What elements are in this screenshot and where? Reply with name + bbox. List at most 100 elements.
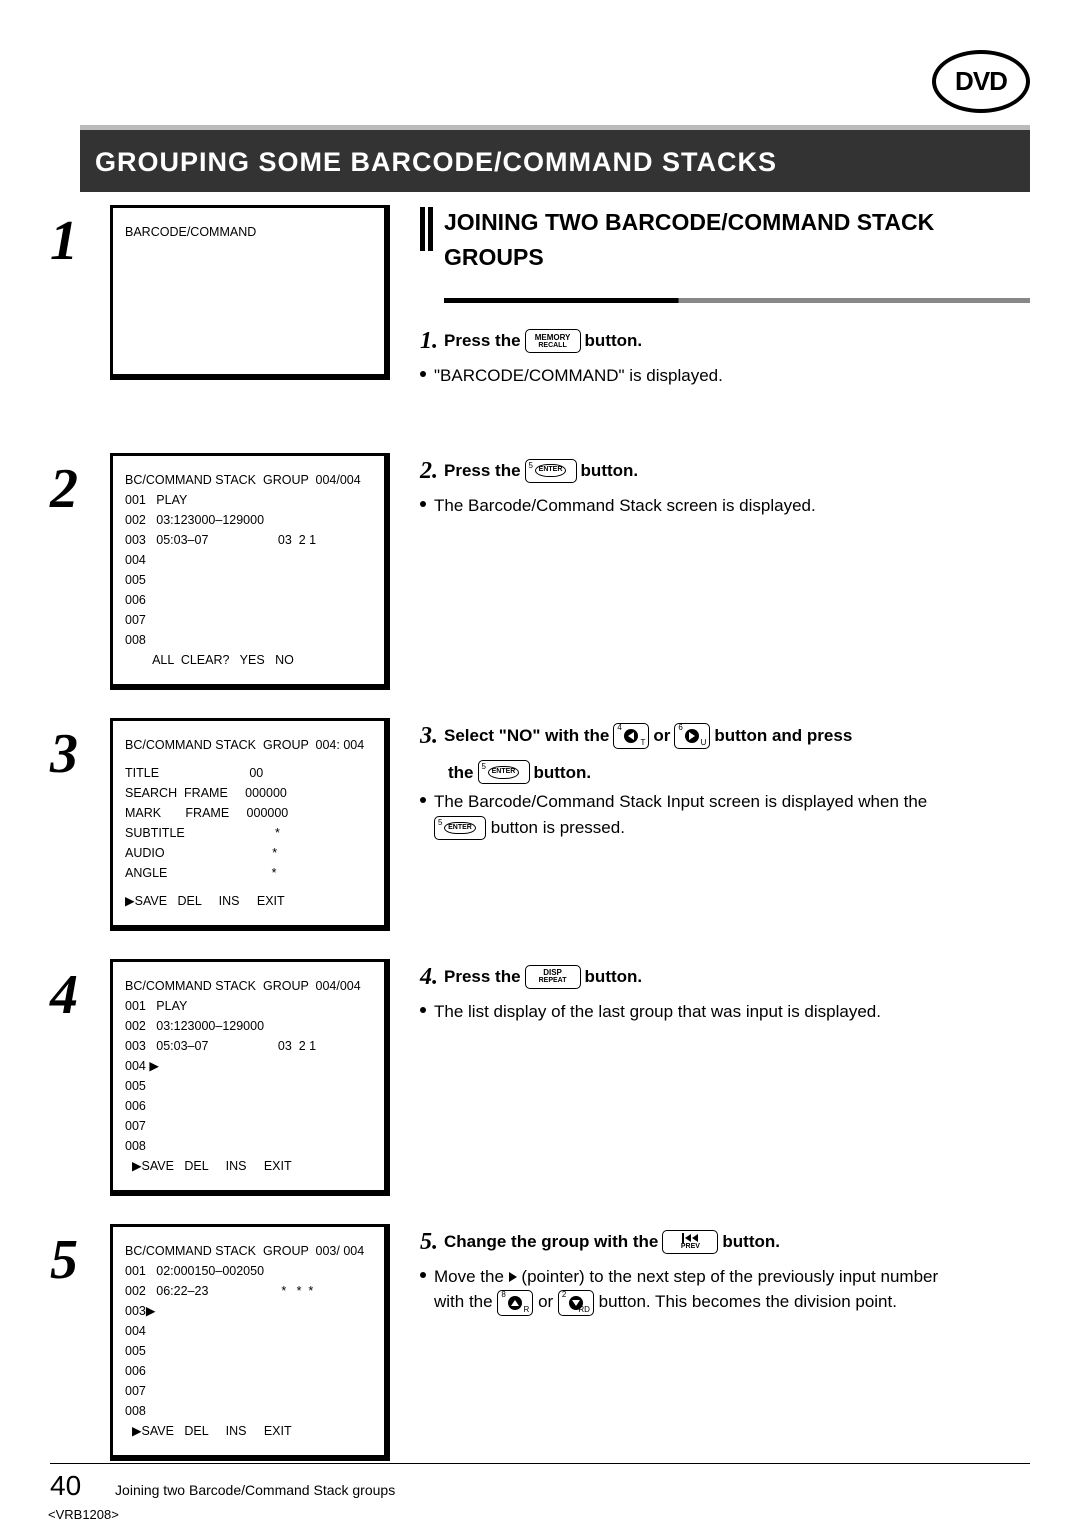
right-arrow-button-icon: 6 U (674, 723, 710, 749)
i3-select: Select "NO" with the (444, 723, 609, 749)
s2l3: 002 03:123000–129000 (125, 510, 372, 530)
s3l4: MARK FRAME 000000 (125, 803, 372, 823)
i4-bullet: The list display of the last group that … (434, 999, 1030, 1025)
screen-1: BARCODE/COMMAND (110, 205, 390, 380)
s2l8: 007 (125, 610, 372, 630)
s5l5: 004 (125, 1321, 372, 1341)
screen-2: BC/COMMAND STACK GROUP 004/004 001 PLAY … (110, 453, 390, 690)
i3-and: button and press (714, 723, 852, 749)
row-4: 4 BC/COMMAND STACK GROUP 004/004 001 PLA… (50, 959, 1030, 1196)
enter-button-icon: 5 ENTER (434, 816, 486, 840)
s2l2: 001 PLAY (125, 490, 372, 510)
row-1: 1 BARCODE/COMMAND JOINING TWO BARCODE/CO… (50, 205, 1030, 425)
i1-bullet: "BARCODE/COMMAND" is displayed. (434, 363, 1030, 389)
subheading: JOINING TWO BARCODE/COMMAND STACK GROUPS (420, 205, 1030, 274)
step-number-1: 1 (50, 205, 110, 269)
instruction-5: 5. Change the group with the PREV button… (420, 1224, 1030, 1316)
s2l4: 003 05:03–07 03 2 1 (125, 530, 372, 550)
s4l10: ▶SAVE DEL INS EXIT (125, 1156, 372, 1176)
up-arrow-button-icon: 8 R (497, 1290, 533, 1316)
pointer-icon (509, 1272, 517, 1282)
s2l6: 005 (125, 570, 372, 590)
i3-bullet-a: The Barcode/Command Stack Input screen i… (434, 792, 927, 811)
screen-4: BC/COMMAND STACK GROUP 004/004 001 PLAY … (110, 959, 390, 1196)
i1-button: button. (585, 328, 643, 354)
s3l8: ▶SAVE DEL INS EXIT (125, 891, 372, 911)
s5l6: 005 (125, 1341, 372, 1361)
dvd-logo: DVD (932, 50, 1030, 113)
inum-2: 2. (420, 453, 438, 489)
s2l1: BC/COMMAND STACK GROUP 004/004 (125, 470, 372, 490)
page-title: GROUPING SOME BARCODE/COMMAND STACKS (80, 147, 777, 178)
s5l10: ▶SAVE DEL INS EXIT (125, 1421, 372, 1441)
prev-button-icon: PREV (662, 1230, 718, 1254)
screen1-line1: BARCODE/COMMAND (125, 222, 372, 242)
s4l1: BC/COMMAND STACK GROUP 004/004 (125, 976, 372, 996)
i2-press: Press the (444, 458, 521, 484)
s4l4: 003 05:03–07 03 2 1 (125, 1036, 372, 1056)
inum-1: 1. (420, 323, 438, 359)
bullet-icon (420, 1007, 426, 1013)
step-number-2: 2 (50, 453, 110, 517)
s3l1: BC/COMMAND STACK GROUP 004: 004 (125, 735, 372, 755)
subheading-text: JOINING TWO BARCODE/COMMAND STACK GROUPS (444, 205, 1030, 274)
s4l2: 001 PLAY (125, 996, 372, 1016)
s4l5: 004 ▶ (125, 1056, 372, 1076)
s3l7: ANGLE * (125, 863, 372, 883)
title-bar: GROUPING SOME BARCODE/COMMAND STACKS (80, 130, 1030, 192)
i3-bullet-b: button is pressed. (491, 818, 625, 837)
s2l9: 008 (125, 630, 372, 650)
down-arrow-button-icon: 2 RD (558, 1290, 594, 1316)
subheading-bars (420, 205, 436, 251)
s4l3: 002 03:123000–129000 (125, 1016, 372, 1036)
s2l10: ALL CLEAR? YES NO (125, 650, 372, 670)
instructions-col: JOINING TWO BARCODE/COMMAND STACK GROUPS… (420, 205, 1030, 425)
s4l9: 008 (125, 1136, 372, 1156)
bullet-icon (420, 1272, 426, 1278)
s5l1: BC/COMMAND STACK GROUP 003/ 004 (125, 1241, 372, 1261)
step-number-3: 3 (50, 718, 110, 782)
i3-button: button. (534, 760, 592, 786)
enter-button-icon: 5 ENTER (525, 459, 577, 483)
left-arrow-button-icon: 4 T (613, 723, 649, 749)
footer: 40 Joining two Barcode/Command Stack gro… (50, 1463, 1030, 1502)
s2l7: 006 (125, 590, 372, 610)
s5l7: 006 (125, 1361, 372, 1381)
i5-bullet-b: (pointer) to the next step of the previo… (521, 1267, 938, 1286)
dvd-logo-text: DVD (955, 66, 1007, 97)
content: 1 BARCODE/COMMAND JOINING TWO BARCODE/CO… (50, 205, 1030, 1448)
s5l3: 002 06:22–23 * * * (125, 1281, 372, 1301)
page-number: 40 (50, 1470, 81, 1501)
s5l8: 007 (125, 1381, 372, 1401)
i4-button: button. (585, 964, 643, 990)
row-2: 2 BC/COMMAND STACK GROUP 004/004 001 PLA… (50, 453, 1030, 690)
i4-press: Press the (444, 964, 521, 990)
instruction-1: 1. Press the MEMORYRECALL button. "BARCO… (420, 323, 1030, 389)
i2-button: button. (581, 458, 639, 484)
row-5: 5 BC/COMMAND STACK GROUP 003/ 004 001 02… (50, 1224, 1030, 1461)
i1-press: Press the (444, 328, 521, 354)
s4l8: 007 (125, 1116, 372, 1136)
screen-5: BC/COMMAND STACK GROUP 003/ 004 001 02:0… (110, 1224, 390, 1461)
bullet-icon (420, 797, 426, 803)
i3-the: the (448, 760, 474, 786)
step-number-5: 5 (50, 1224, 110, 1288)
s4l6: 005 (125, 1076, 372, 1096)
s5l4: 003▶ (125, 1301, 372, 1321)
i5-bullet-e: button. This becomes the division point. (599, 1292, 897, 1311)
s5l2: 001 02:000150–002050 (125, 1261, 372, 1281)
row-3: 3 BC/COMMAND STACK GROUP 004: 004 TITLE … (50, 718, 1030, 931)
enter-button-icon: 5 ENTER (478, 760, 530, 784)
i5-bullet-a: Move the (434, 1267, 504, 1286)
step-number-4: 4 (50, 959, 110, 1023)
s5l9: 008 (125, 1401, 372, 1421)
s3l3: SEARCH FRAME 000000 (125, 783, 372, 803)
instruction-4: 4. Press the DISPREPEAT button. The list… (420, 959, 1030, 1025)
s3l2: TITLE 00 (125, 763, 372, 783)
i5-bullet-d: or (538, 1292, 553, 1311)
s3l5: SUBTITLE * (125, 823, 372, 843)
inum-4: 4. (420, 959, 438, 995)
instruction-3: 3. Select "NO" with the 4 T or 6 U butto… (420, 718, 1030, 841)
subheading-underline (444, 298, 1030, 303)
screen-3: BC/COMMAND STACK GROUP 004: 004 TITLE 00… (110, 718, 390, 931)
